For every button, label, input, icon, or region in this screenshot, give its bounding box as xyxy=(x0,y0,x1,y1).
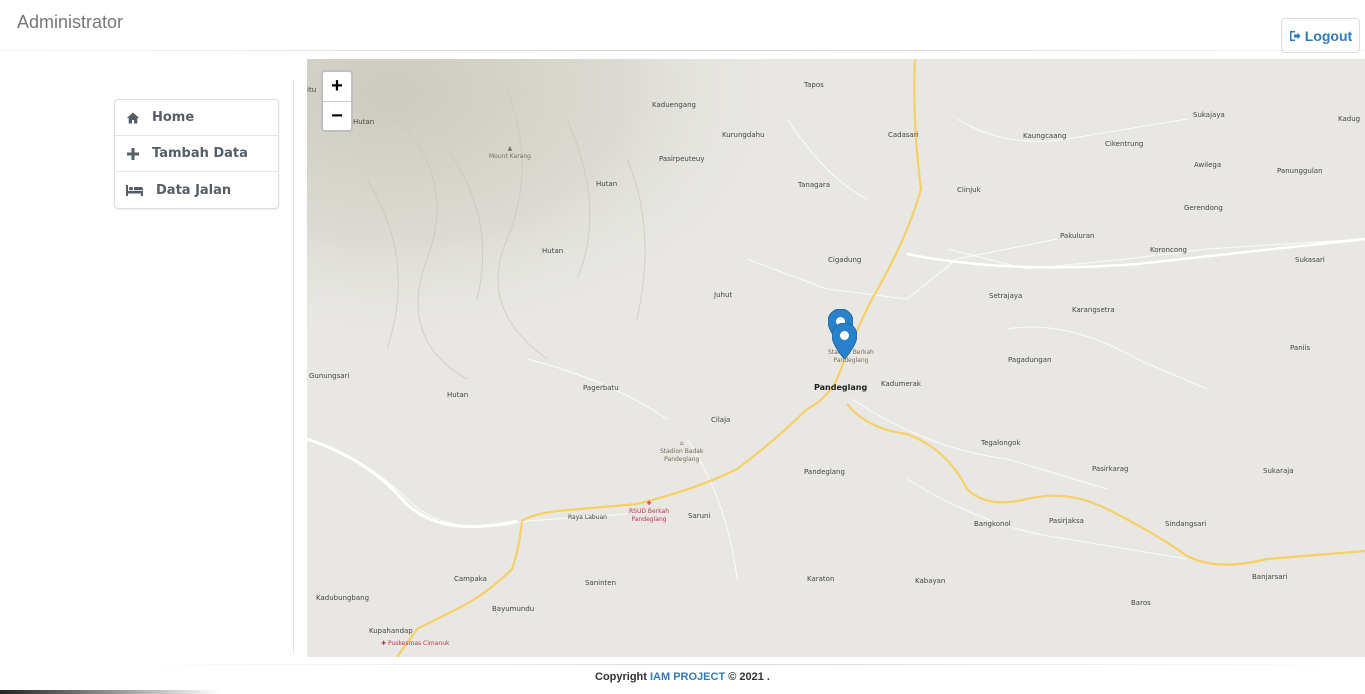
place-label: Pasirpeuteuy xyxy=(659,155,705,163)
place-label: Karangsetra xyxy=(1072,306,1115,314)
home-icon xyxy=(124,111,142,125)
top-navbar: Administrator Logout xyxy=(0,0,1365,53)
mountain-label: ▲ Mount Karang xyxy=(489,145,531,161)
place-label: Cilaja xyxy=(711,416,731,424)
place-label: Tanagara xyxy=(798,181,831,189)
place-label: Sukajaya xyxy=(1193,111,1225,119)
place-label: Juhut xyxy=(714,291,733,299)
place-label: Kurungdahu xyxy=(722,131,765,139)
stadium-icon: ⌂ xyxy=(679,440,684,447)
clinic-name: Puskesmas Cimanuk xyxy=(387,640,450,647)
place-label: Panunggulan xyxy=(1277,167,1323,175)
bottom-edge xyxy=(0,690,220,694)
place-label: Pasirjaksa xyxy=(1049,517,1084,525)
place-label: Kaungcaang xyxy=(1023,132,1067,140)
place-label: Cigadung xyxy=(828,256,862,264)
footer-brand-link[interactable]: IAM PROJECT xyxy=(650,671,725,683)
place-label: Bayumundu xyxy=(492,605,535,613)
place-label: Saninten xyxy=(585,579,617,587)
place-label: Pandeglang xyxy=(804,468,845,476)
place-label: Kaduengang xyxy=(652,101,696,109)
place-label: Saruni xyxy=(688,512,711,520)
place-label: Hutan xyxy=(353,118,375,126)
place-label: Banjarsari xyxy=(1252,573,1288,581)
hospital-icon: ✚ xyxy=(646,500,652,507)
city-label: Pandeglang xyxy=(814,383,868,392)
place-label: Cadasari xyxy=(888,131,919,139)
place-label: Bangkonol xyxy=(974,520,1011,528)
logout-label: Logout xyxy=(1304,27,1353,44)
place-label: Hutan xyxy=(542,247,564,255)
place-label: Sindangsari xyxy=(1165,520,1207,528)
place-label: Awilega xyxy=(1194,161,1222,169)
place-label: Pagerbatu xyxy=(583,384,619,392)
sidebar-divider xyxy=(293,80,294,654)
footer-divider xyxy=(120,664,1360,665)
hospital-label: ✚ RSUD Berkah Pandeglang xyxy=(629,500,669,524)
bed-icon xyxy=(124,183,146,197)
clinic-label: ✚ Puskesmas Cimanuk xyxy=(381,640,450,648)
place-label: Karaton xyxy=(807,575,835,583)
place-label: Tapos xyxy=(804,81,824,89)
stadium-city: Pandeglang xyxy=(664,456,700,463)
copyright-prefix: Copyright xyxy=(595,671,650,683)
sidebar-menu: Home Tambah Data Data Jalan xyxy=(114,99,279,209)
place-label: Kadubungbang xyxy=(316,594,370,602)
place-label: Tegalongok xyxy=(981,439,1021,447)
place-label: Sukaraja xyxy=(1263,467,1294,475)
zoom-control: + − xyxy=(321,70,353,132)
place-label: Hutan xyxy=(447,391,469,399)
hospital-name: RSUD Berkah xyxy=(629,508,670,515)
map-marker[interactable] xyxy=(832,323,857,359)
mountain-peak-icon: ▲ xyxy=(507,145,513,152)
sidebar-item-tambah-data[interactable]: Tambah Data xyxy=(115,136,278,172)
zoom-in-button[interactable]: + xyxy=(323,72,351,101)
place-label: itu xyxy=(307,86,317,94)
footer: Copyright IAM PROJECT © 2021 . xyxy=(0,671,1365,683)
place-label: Kabayan xyxy=(915,577,946,585)
place-label: Baros xyxy=(1131,599,1151,607)
place-label: Pasirkarag xyxy=(1092,465,1129,473)
zoom-out-button[interactable]: − xyxy=(323,101,351,130)
sidebar-item-data-jalan[interactable]: Data Jalan xyxy=(115,172,278,208)
logout-button[interactable]: Logout xyxy=(1281,18,1360,53)
place-label: Kadug xyxy=(1338,115,1361,123)
place-label: Hutan xyxy=(596,180,618,188)
place-label: Ciinjuk xyxy=(957,186,981,194)
stadium-name: Stadion Badak xyxy=(660,448,704,455)
stadium-label: ⌂ Stadion Badak Pandeglang xyxy=(660,440,703,464)
navbar-divider xyxy=(0,50,1365,51)
place-label: Setrajaya xyxy=(989,292,1023,300)
sidebar-item-home[interactable]: Home xyxy=(115,100,278,136)
place-label: Gerendong xyxy=(1184,204,1223,212)
place-label: Paniis xyxy=(1290,344,1311,352)
navbar-brand[interactable]: Administrator xyxy=(17,12,123,33)
copyright-suffix: © 2021 . xyxy=(725,671,770,683)
place-label: Kadumerak xyxy=(881,380,921,388)
hospital-city: Pandeglang xyxy=(631,516,667,523)
place-label: Kupahandap xyxy=(369,627,413,635)
clinic-icon: ✚ xyxy=(381,640,387,647)
place-label: Gunungsari xyxy=(309,372,350,380)
road-label: Raya Labuan xyxy=(568,514,607,521)
place-label: Koroncong xyxy=(1150,246,1187,254)
sidebar-item-label: Home xyxy=(152,110,195,125)
place-label: Pakuluran xyxy=(1060,232,1095,240)
mountain-name: Mount Karang xyxy=(489,153,531,160)
place-label: Cikentrung xyxy=(1105,140,1144,148)
map-view[interactable]: Tapos Kaduengang Kurungdahu Cadasari Kau… xyxy=(307,59,1365,657)
sidebar-item-label: Data Jalan xyxy=(156,182,232,198)
sign-out-icon xyxy=(1289,30,1301,41)
place-label: Campaka xyxy=(454,575,487,583)
place-label: Sukasari xyxy=(1295,256,1325,264)
plus-icon xyxy=(124,147,142,161)
place-label: Pagadungan xyxy=(1008,356,1052,364)
sidebar-item-label: Tambah Data xyxy=(152,146,248,161)
